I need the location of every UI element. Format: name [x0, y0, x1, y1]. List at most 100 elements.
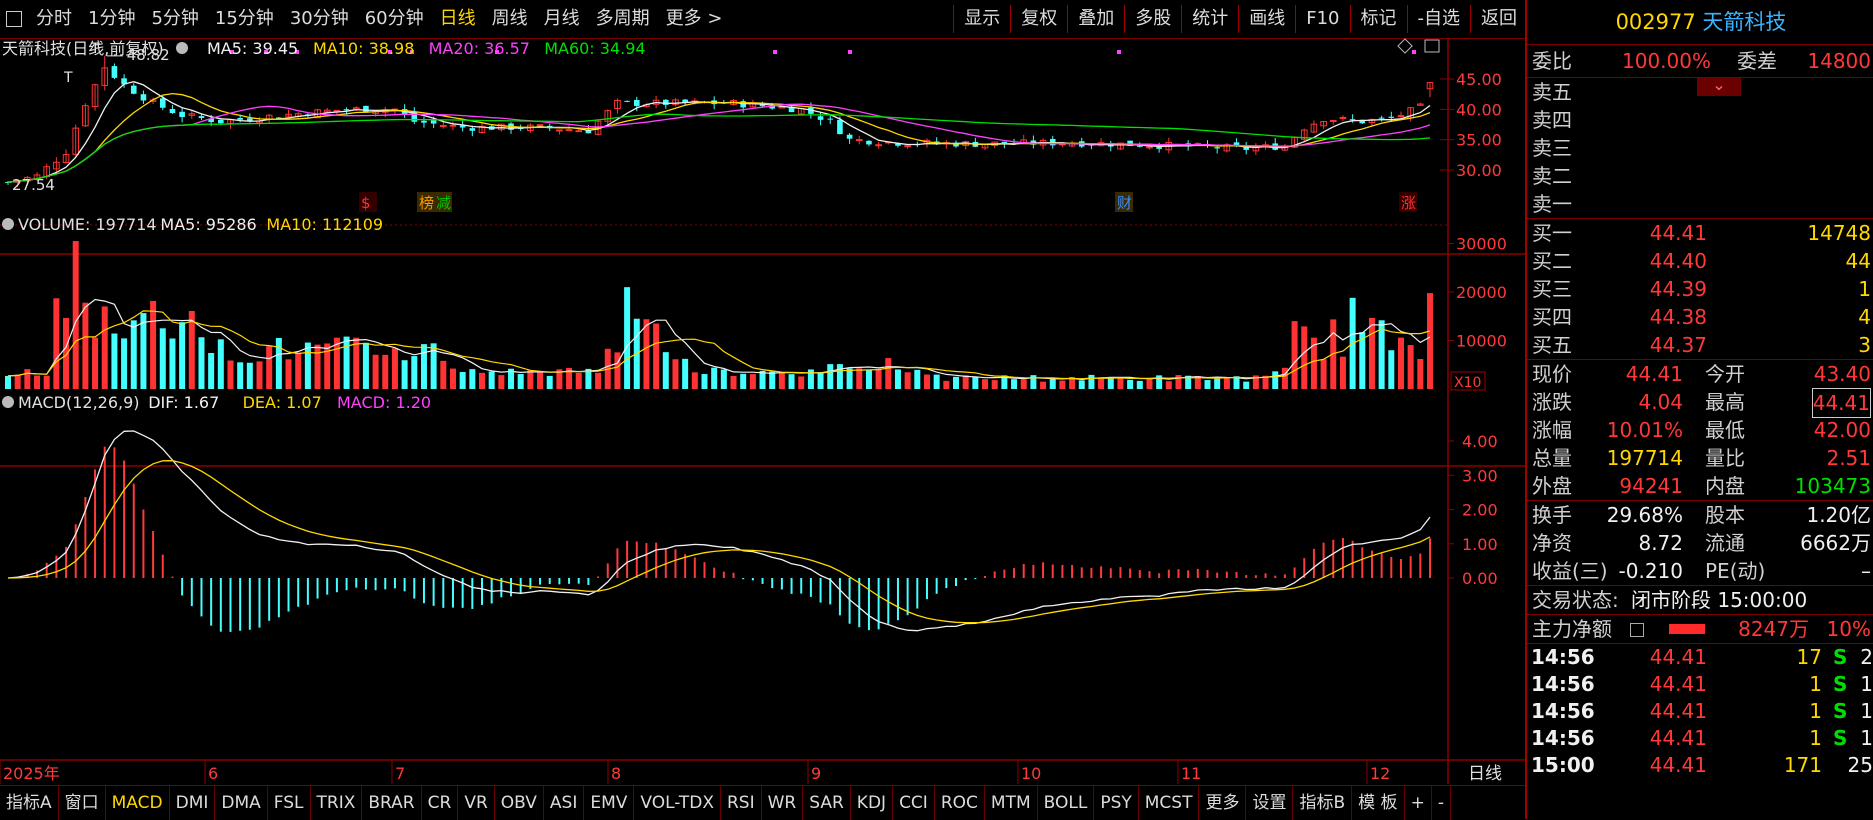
indicator-tab-6[interactable]: TRIX: [311, 786, 363, 820]
tick-volume: 171: [1783, 753, 1822, 777]
tool-button-4[interactable]: 统计: [1184, 0, 1236, 38]
toolbar-separator: [1124, 5, 1126, 33]
x-axis-period: 日线: [1468, 764, 1502, 784]
x-axis-label: 9: [811, 764, 821, 783]
indicator-tab-13[interactable]: VOL-TDX: [634, 786, 721, 820]
main-flow-label: 主力净额: [1532, 617, 1612, 641]
indicator-tab-26[interactable]: 指标B: [1293, 786, 1353, 820]
period-tab-5[interactable]: 60分钟: [357, 0, 432, 38]
indicator-tab-10[interactable]: OBV: [495, 786, 544, 820]
indicator-tab-24[interactable]: 更多: [1199, 786, 1247, 820]
kline-chart-svg[interactable]: 45.0040.0035.0030.0048.8227.54TT$ 榜减财涨天箭科…: [0, 38, 1525, 784]
indicator-tab-14[interactable]: RSI: [721, 786, 762, 820]
kline-chart-area[interactable]: 45.00 40.00 35.00 30.00 48.82 27.54 T T $ 榜减财涨天箭科…: [0, 38, 1525, 784]
tick-price: 44.41: [1649, 753, 1707, 777]
volume-bar: [827, 364, 834, 389]
tick-flag: S: [1833, 726, 1848, 750]
period-tab-7[interactable]: 周线: [484, 0, 536, 38]
tool-button-6[interactable]: F10: [1298, 0, 1347, 38]
volume-bar: [449, 368, 456, 389]
volume-bar: [1059, 380, 1066, 389]
indicator-tab-7[interactable]: BRAR: [362, 786, 422, 820]
stock-code: 002977: [1615, 10, 1696, 34]
candle-body: [1214, 147, 1220, 149]
tick-volume: 1: [1809, 726, 1822, 750]
ask-row: 卖一: [1527, 190, 1873, 218]
indicator-tab-1[interactable]: 窗口: [59, 786, 106, 820]
ask-label: 卖一: [1532, 192, 1572, 216]
tool-button-7[interactable]: 标记: [1353, 0, 1405, 38]
period-tab-9[interactable]: 多周期: [588, 0, 658, 38]
tick-volume: 17: [1796, 645, 1822, 669]
indicator-tab-19[interactable]: ROC: [935, 786, 985, 820]
stat-value: 197714: [1606, 446, 1683, 470]
indicator-tab-2[interactable]: MACD: [106, 786, 170, 820]
volume-bar: [836, 364, 843, 389]
candle-body: [536, 124, 544, 127]
weibi-value: 100.00%: [1622, 49, 1711, 73]
quote-stats-2: 换手 29.68% 股本 1.20亿 净资 8.72 流通 6662万 收益(三) -0.210 P…: [1527, 501, 1873, 585]
bid-price: 44.37: [1649, 333, 1707, 357]
volume-bar: [1136, 380, 1143, 389]
tool-button-0[interactable]: 显示: [956, 0, 1008, 38]
indicator-tab-8[interactable]: CR: [422, 786, 459, 820]
tool-button-1[interactable]: 复权: [1013, 0, 1065, 38]
panel-toggle-icon[interactable]: [6, 11, 22, 27]
indicator-tab-5[interactable]: FSL: [268, 786, 311, 820]
indicator-tab-25[interactable]: 设置: [1246, 786, 1294, 820]
period-tab-3[interactable]: 15分钟: [207, 0, 282, 38]
x-axis-label: 7: [395, 764, 405, 783]
indicator-tab-23[interactable]: MCST: [1139, 786, 1200, 820]
collapse-chevron-icon[interactable]: ⌄: [1697, 77, 1741, 96]
period-tab-6[interactable]: 日线: [432, 0, 484, 38]
t-marker: T: [63, 70, 73, 86]
indicator-tab-17[interactable]: KDJ: [851, 786, 894, 820]
volume-bar: [865, 369, 872, 389]
indicator-tab-22[interactable]: PSY: [1094, 786, 1139, 820]
volume-bar: [1301, 326, 1308, 389]
macd-legend: DEA: 1.07: [243, 393, 322, 412]
tool-button-2[interactable]: 叠加: [1070, 0, 1122, 38]
period-tab-1[interactable]: 1分钟: [80, 0, 143, 38]
toolbar-separator: [1067, 5, 1069, 33]
list-icon[interactable]: [1630, 623, 1644, 637]
period-tab-10[interactable]: 更多 >: [658, 0, 731, 38]
candle-body: [440, 125, 447, 128]
tool-button-9[interactable]: 返回: [1473, 0, 1525, 38]
indicator-tab-3[interactable]: DMI: [170, 786, 216, 820]
indicator-tab-16[interactable]: SAR: [803, 786, 851, 820]
volume-bar: [662, 352, 669, 389]
tool-button-3[interactable]: 多股: [1127, 0, 1179, 38]
volume-bar: [53, 298, 60, 389]
period-tab-8[interactable]: 月线: [536, 0, 588, 38]
tick-time: 14:56: [1531, 645, 1595, 669]
panel-menu-icon: [176, 42, 188, 54]
indicator-tab-18[interactable]: CCI: [893, 786, 935, 820]
period-tab-2[interactable]: 5分钟: [143, 0, 206, 38]
volume-bar: [923, 374, 930, 389]
tick-row: 14:56 44.41 1 S 1: [1527, 725, 1873, 752]
bid-price: 44.38: [1649, 305, 1707, 329]
volume-bar: [391, 348, 398, 389]
volume-tick-label: 10000: [1456, 332, 1507, 351]
indicator-tab-9[interactable]: VR: [458, 786, 495, 820]
indicator-tab-15[interactable]: WR: [762, 786, 804, 820]
bid-list: 买一 44.41 14748 买二 44.40 44 买三 44.39 1 买四 44.38 4 买五 4…: [1527, 219, 1873, 359]
period-tab-4[interactable]: 30分钟: [282, 0, 357, 38]
indicator-tab-0[interactable]: 指标A: [0, 786, 59, 820]
tool-button-5[interactable]: 画线: [1241, 0, 1293, 38]
indicator-tab-27[interactable]: 模 板: [1352, 786, 1405, 820]
indicator-tab-29[interactable]: -: [1432, 786, 1451, 820]
indicator-tab-12[interactable]: EMV: [584, 786, 635, 820]
indicator-tab-4[interactable]: DMA: [215, 786, 268, 820]
macd-tick-label: 3.00: [1462, 466, 1498, 485]
main-flow-row[interactable]: 主力净额 8247万 10%: [1527, 615, 1873, 643]
period-tab-0[interactable]: 分时: [28, 0, 80, 38]
indicator-tab-11[interactable]: ASI: [544, 786, 585, 820]
tick-flag: S: [1833, 645, 1848, 669]
indicator-tab-28[interactable]: +: [1405, 786, 1432, 820]
indicator-tab-21[interactable]: BOLL: [1038, 786, 1095, 820]
indicator-tab-20[interactable]: MTM: [985, 786, 1038, 820]
tool-button-8[interactable]: -自选: [1410, 0, 1469, 38]
trade-state: 闭市阶段 15:00:00: [1631, 588, 1808, 612]
